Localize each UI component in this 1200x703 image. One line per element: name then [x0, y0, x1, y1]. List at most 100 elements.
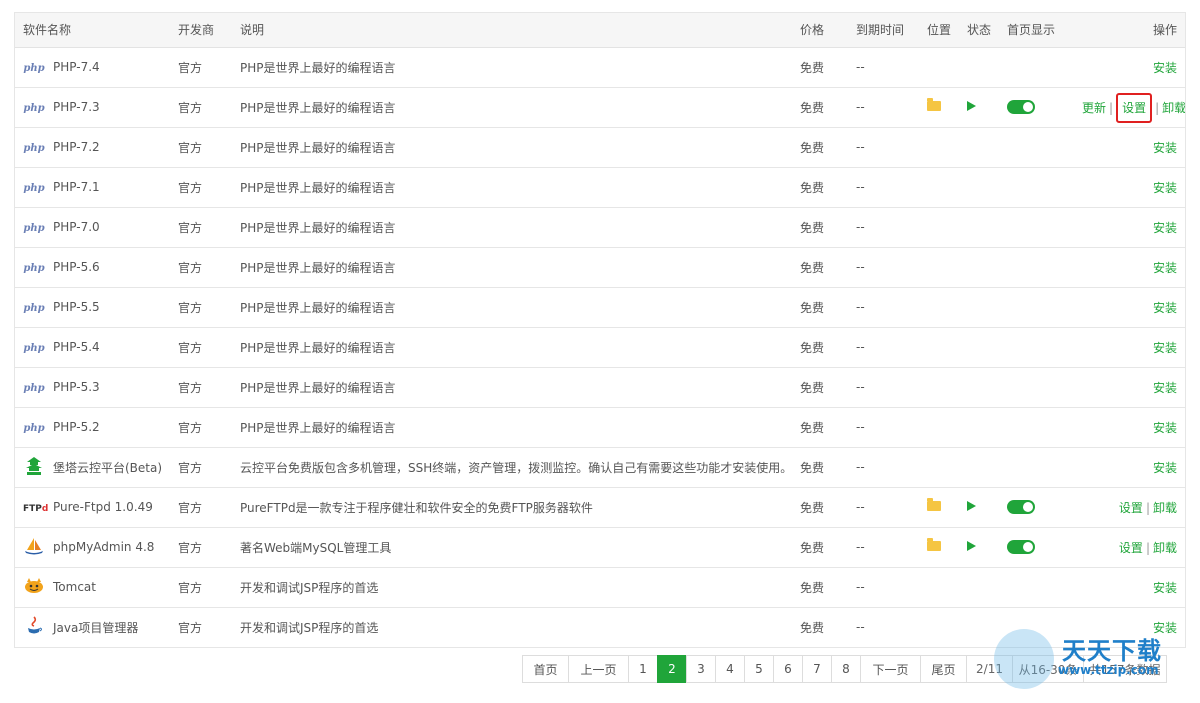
homepage-toggle[interactable]: [1007, 100, 1035, 115]
page-4-button[interactable]: 4: [715, 655, 745, 683]
cell-homepage: [1007, 127, 1082, 168]
cell-homepage: [1007, 367, 1082, 408]
cell-actions: 更新 | 设置 | 卸载: [1082, 87, 1185, 128]
action-link[interactable]: 卸载: [1153, 541, 1177, 555]
cell-price: 免费: [800, 447, 848, 488]
cell-homepage: [1007, 407, 1082, 448]
play-icon[interactable]: [967, 541, 976, 551]
cell-expiry: --: [848, 207, 927, 248]
cell-name: php PHP-7.0: [15, 207, 170, 248]
php-logo-text: php: [23, 63, 45, 74]
action-link[interactable]: 设置: [1119, 541, 1143, 555]
cell-price: 免费: [800, 407, 848, 448]
cell-status: [967, 567, 1007, 608]
cell-price: 免费: [800, 567, 848, 608]
cell-name: php PHP-5.5: [15, 287, 170, 328]
php-logo-text: php: [23, 303, 45, 314]
table-row: php PHP-5.6 官方 PHP是世界上最好的编程语言 免费 -- 安装: [15, 247, 1185, 288]
page-prev-button[interactable]: 上一页: [568, 655, 629, 683]
ftp-logo-prefix: FTP: [23, 504, 42, 514]
action-link[interactable]: 设置: [1122, 101, 1146, 115]
page-8-button[interactable]: 8: [831, 655, 861, 683]
action-link[interactable]: 卸载: [1162, 101, 1185, 115]
cell-name: php PHP-7.4: [15, 47, 170, 88]
page-2-button[interactable]: 2: [657, 655, 687, 683]
action-link[interactable]: 卸载: [1153, 501, 1177, 515]
action-separator: |: [1155, 100, 1160, 115]
software-name-wrap: Tomcat: [15, 577, 170, 598]
php-logo-text: php: [23, 223, 45, 234]
page-5-button[interactable]: 5: [744, 655, 774, 683]
action-link[interactable]: 更新: [1082, 101, 1106, 115]
install-link[interactable]: 安装: [1153, 581, 1177, 595]
page-1-button[interactable]: 1: [628, 655, 658, 683]
software-name-wrap: Java项目管理器: [15, 616, 170, 639]
page-last-button[interactable]: 尾页: [920, 655, 967, 683]
install-link[interactable]: 安装: [1153, 181, 1177, 195]
cell-description: 开发和调试JSP程序的首选: [232, 567, 800, 608]
description-text: PHP是世界上最好的编程语言: [240, 340, 396, 355]
cell-developer: 官方: [170, 407, 232, 448]
install-link[interactable]: 安装: [1153, 221, 1177, 235]
install-link[interactable]: 安装: [1153, 301, 1177, 315]
col-name-header: 软件名称: [15, 13, 170, 48]
folder-icon[interactable]: [927, 538, 941, 551]
description-text: PureFTPd是一款专注于程序健壮和软件安全的免费FTP服务器软件: [240, 500, 593, 515]
cell-price: 免费: [800, 87, 848, 128]
cell-location: [927, 527, 967, 568]
software-name: PHP-7.0: [53, 220, 100, 234]
cell-developer: 官方: [170, 167, 232, 208]
cell-location: [927, 47, 967, 88]
software-name: PHP-7.1: [53, 180, 100, 194]
install-link[interactable]: 安装: [1153, 381, 1177, 395]
page-next-button[interactable]: 下一页: [860, 655, 921, 683]
page-7-button[interactable]: 7: [802, 655, 832, 683]
cell-developer: 官方: [170, 47, 232, 88]
cell-location: [927, 607, 967, 647]
cell-developer: 官方: [170, 327, 232, 368]
watermark-url: www.ttzip.com: [1058, 663, 1159, 677]
php-icon: php: [23, 140, 45, 154]
price-text: 免费: [800, 260, 825, 275]
col-status-header: 状态: [967, 13, 1007, 48]
cell-expiry: --: [848, 247, 927, 288]
cell-name: php PHP-5.3: [15, 367, 170, 408]
developer-text: 官方: [178, 620, 203, 635]
page-first-button[interactable]: 首页: [522, 655, 569, 683]
php-logo-text: php: [23, 383, 45, 394]
install-link[interactable]: 安装: [1153, 341, 1177, 355]
software-name-wrap: phpMyAdmin 4.8: [15, 537, 170, 558]
cell-actions: 安装: [1082, 367, 1185, 408]
cell-expiry: --: [848, 487, 927, 528]
play-icon[interactable]: [967, 501, 976, 511]
folder-icon[interactable]: [927, 498, 941, 511]
cell-location: [927, 87, 967, 128]
software-name-wrap: FTPd Pure-Ftpd 1.0.49: [15, 500, 170, 514]
action-link[interactable]: 设置: [1119, 501, 1143, 515]
install-link[interactable]: 安装: [1153, 61, 1177, 75]
install-link[interactable]: 安装: [1153, 461, 1177, 475]
play-icon[interactable]: [967, 101, 976, 111]
expiry-text: --: [856, 100, 865, 114]
page-6-button[interactable]: 6: [773, 655, 803, 683]
homepage-toggle[interactable]: [1007, 540, 1035, 555]
page-3-button[interactable]: 3: [686, 655, 716, 683]
developer-text: 官方: [178, 500, 203, 515]
cell-description: PHP是世界上最好的编程语言: [232, 287, 800, 328]
developer-text: 官方: [178, 220, 203, 235]
cell-homepage: [1007, 487, 1082, 528]
cell-actions: 安装: [1082, 447, 1185, 488]
install-link[interactable]: 安装: [1153, 261, 1177, 275]
cell-developer: 官方: [170, 207, 232, 248]
cell-location: [927, 287, 967, 328]
homepage-toggle[interactable]: [1007, 500, 1035, 515]
col-location-header: 位置: [927, 13, 967, 48]
install-link[interactable]: 安装: [1153, 141, 1177, 155]
software-name: PHP-5.3: [53, 380, 100, 394]
col-description-header: 说明: [232, 13, 800, 48]
install-link[interactable]: 安装: [1153, 421, 1177, 435]
developer-text: 官方: [178, 140, 203, 155]
folder-icon[interactable]: [927, 98, 941, 111]
cell-description: PHP是世界上最好的编程语言: [232, 407, 800, 448]
cell-description: 开发和调试JSP程序的首选: [232, 607, 800, 647]
